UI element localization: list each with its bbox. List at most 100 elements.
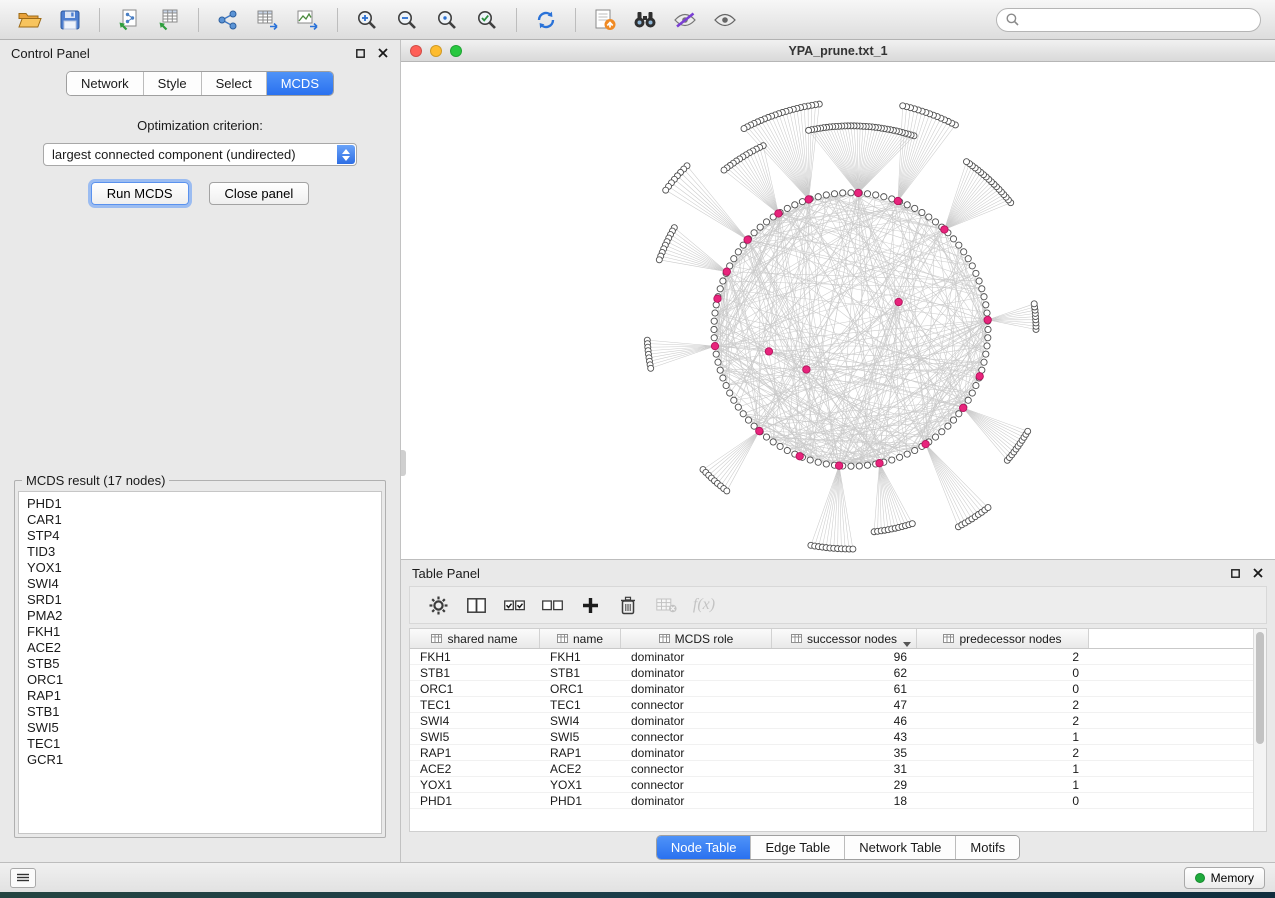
network-node[interactable] (864, 191, 870, 197)
network-node[interactable] (763, 219, 769, 225)
network-node[interactable] (965, 397, 971, 403)
network-node[interactable] (956, 242, 962, 248)
network-node[interactable] (770, 439, 776, 445)
settings-button[interactable] (424, 591, 452, 619)
export-table-button[interactable] (248, 4, 288, 36)
network-node[interactable] (848, 190, 854, 196)
leaf-node[interactable] (900, 103, 906, 109)
tab-motifs[interactable]: Motifs (956, 836, 1019, 859)
network-node[interactable] (740, 411, 746, 417)
column-header-name[interactable]: name (540, 629, 621, 648)
zoom-actual-size-button[interactable] (427, 4, 467, 36)
first-neighbors-button[interactable] (625, 4, 665, 36)
tab-edge-table[interactable]: Edge Table (751, 836, 845, 859)
leaf-node[interactable] (985, 505, 991, 511)
network-node[interactable] (792, 202, 798, 208)
network-node[interactable] (723, 382, 729, 388)
network-node[interactable] (717, 367, 723, 373)
network-node[interactable] (727, 390, 733, 396)
table-row[interactable]: PHD1PHD1dominator180 (410, 793, 1266, 809)
network-node[interactable] (969, 390, 975, 396)
network-node[interactable] (973, 382, 979, 388)
network-node[interactable] (751, 230, 757, 236)
dominator-node[interactable] (855, 189, 862, 196)
network-node[interactable] (897, 454, 903, 460)
network-node[interactable] (984, 310, 990, 316)
leaf-node[interactable] (1025, 428, 1031, 434)
dominator-node[interactable] (984, 316, 991, 323)
open-file-button[interactable] (10, 4, 50, 36)
dominator-node[interactable] (775, 210, 782, 217)
network-node[interactable] (840, 190, 846, 196)
network-node[interactable] (932, 434, 938, 440)
network-node[interactable] (711, 335, 717, 341)
network-node[interactable] (711, 318, 717, 324)
run-mcds-button[interactable]: Run MCDS (91, 182, 189, 205)
network-node[interactable] (979, 286, 985, 292)
network-node[interactable] (848, 463, 854, 469)
network-node[interactable] (926, 214, 932, 220)
zoom-in-button[interactable] (347, 4, 387, 36)
dominator-node[interactable] (711, 342, 718, 349)
network-canvas[interactable] (401, 62, 1275, 559)
network-node[interactable] (823, 192, 829, 198)
refresh-view-button[interactable] (526, 4, 566, 36)
sort-chevron-icon[interactable] (903, 636, 911, 650)
import-table-from-file-button[interactable] (149, 4, 189, 36)
column-header-shared-name[interactable]: shared name (410, 629, 540, 648)
split-column-button[interactable] (462, 591, 490, 619)
network-node[interactable] (823, 461, 829, 467)
tab-style[interactable]: Style (144, 72, 202, 95)
tab-node-table[interactable]: Node Table (657, 836, 752, 859)
network-node[interactable] (984, 343, 990, 349)
network-node[interactable] (856, 463, 862, 469)
show-all-button[interactable] (705, 4, 745, 36)
zoom-out-button[interactable] (387, 4, 427, 36)
dominator-node[interactable] (876, 460, 883, 467)
criterion-dropdown[interactable]: largest connected component (undirected) (43, 143, 357, 166)
network-node[interactable] (904, 451, 910, 457)
network-node[interactable] (973, 270, 979, 276)
network-node[interactable] (945, 423, 951, 429)
network-node[interactable] (815, 194, 821, 200)
network-node[interactable] (956, 411, 962, 417)
dominator-node[interactable] (803, 366, 810, 373)
table-row[interactable]: YOX1YOX1connector291 (410, 777, 1266, 793)
dominator-node[interactable] (796, 453, 803, 460)
minimize-window-button[interactable] (430, 45, 442, 57)
network-node[interactable] (757, 224, 763, 230)
network-node[interactable] (807, 457, 813, 463)
network-node[interactable] (912, 447, 918, 453)
table-row[interactable]: RAP1RAP1dominator352 (410, 745, 1266, 761)
deselect-all-rows-button[interactable] (538, 591, 566, 619)
dominator-node[interactable] (723, 268, 730, 275)
network-node[interactable] (985, 335, 991, 341)
table-row[interactable]: STB1STB1dominator620 (410, 665, 1266, 681)
network-node[interactable] (735, 249, 741, 255)
delete-rows-button[interactable] (614, 591, 642, 619)
table-row[interactable]: ACE2ACE2connector311 (410, 761, 1266, 777)
dominator-node[interactable] (756, 427, 763, 434)
network-node[interactable] (919, 209, 925, 215)
table-row[interactable]: FKH1FKH1dominator962 (410, 649, 1266, 665)
export-image-button[interactable] (288, 4, 328, 36)
export-network-button[interactable] (208, 4, 248, 36)
dominator-node[interactable] (894, 197, 901, 204)
network-node[interactable] (864, 462, 870, 468)
network-node[interactable] (912, 205, 918, 211)
network-node[interactable] (985, 326, 991, 332)
network-node[interactable] (735, 404, 741, 410)
network-node[interactable] (889, 457, 895, 463)
network-node[interactable] (711, 326, 717, 332)
splitter-handle[interactable] (401, 450, 406, 476)
network-node[interactable] (981, 359, 987, 365)
network-graph[interactable] (401, 62, 1275, 559)
network-node[interactable] (961, 249, 967, 255)
import-network-from-file-button[interactable] (109, 4, 149, 36)
network-node[interactable] (720, 278, 726, 284)
status-menu-button[interactable] (10, 868, 36, 888)
close-panel-icon[interactable] (377, 47, 389, 59)
table-scrollbar-thumb[interactable] (1256, 632, 1264, 744)
leaf-node[interactable] (721, 167, 727, 173)
network-node[interactable] (981, 294, 987, 300)
